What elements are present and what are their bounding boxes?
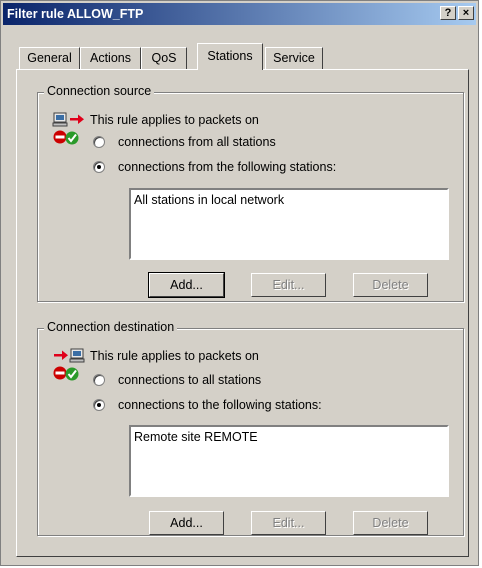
tab-panel-stations: Connection source This rule applies to p…	[16, 69, 469, 557]
dialog-window: Filter rule ALLOW_FTP ? × General Action…	[0, 0, 479, 566]
source-edit-button[interactable]: Edit...	[251, 273, 326, 297]
destination-following-label[interactable]: connections to the following stations:	[118, 398, 322, 412]
tab-service[interactable]: Service	[265, 47, 323, 69]
destination-intro-text: This rule applies to packets on	[90, 349, 259, 363]
list-item[interactable]: Remote site REMOTE	[134, 430, 258, 444]
source-stations-list[interactable]: All stations in local network	[129, 188, 449, 260]
tab-general[interactable]: General	[19, 47, 80, 69]
computer-incoming-icon	[53, 348, 85, 381]
title-bar[interactable]: Filter rule ALLOW_FTP ? ×	[3, 3, 476, 25]
window-title: Filter rule ALLOW_FTP	[7, 7, 144, 21]
tab-stations[interactable]: Stations	[197, 43, 263, 70]
destination-delete-button[interactable]: Delete	[353, 511, 428, 535]
connection-destination-label: Connection destination	[44, 320, 178, 334]
help-button[interactable]: ?	[440, 6, 456, 20]
connection-destination-group: Connection destination This rule applies…	[37, 320, 464, 536]
source-all-radio[interactable]	[93, 136, 105, 148]
source-all-label[interactable]: connections from all stations	[118, 135, 276, 149]
destination-following-radio[interactable]	[93, 399, 105, 411]
list-item[interactable]: All stations in local network	[134, 193, 284, 207]
connection-source-group: Connection source This rule applies to p…	[37, 84, 464, 302]
source-add-button[interactable]: Add...	[148, 272, 225, 298]
destination-all-label[interactable]: connections to all stations	[118, 373, 261, 387]
destination-stations-list[interactable]: Remote site REMOTE	[129, 425, 449, 497]
computer-outgoing-icon	[52, 112, 84, 145]
tab-qos[interactable]: QoS	[141, 47, 187, 69]
destination-all-radio[interactable]	[93, 374, 105, 386]
destination-add-button[interactable]: Add...	[149, 511, 224, 535]
source-intro-text: This rule applies to packets on	[90, 113, 259, 127]
close-button[interactable]: ×	[458, 6, 474, 20]
source-following-label[interactable]: connections from the following stations:	[118, 160, 336, 174]
destination-edit-button[interactable]: Edit...	[251, 511, 326, 535]
source-delete-button[interactable]: Delete	[353, 273, 428, 297]
tab-actions[interactable]: Actions	[80, 47, 141, 69]
connection-source-label: Connection source	[44, 84, 155, 98]
source-following-radio[interactable]	[93, 161, 105, 173]
